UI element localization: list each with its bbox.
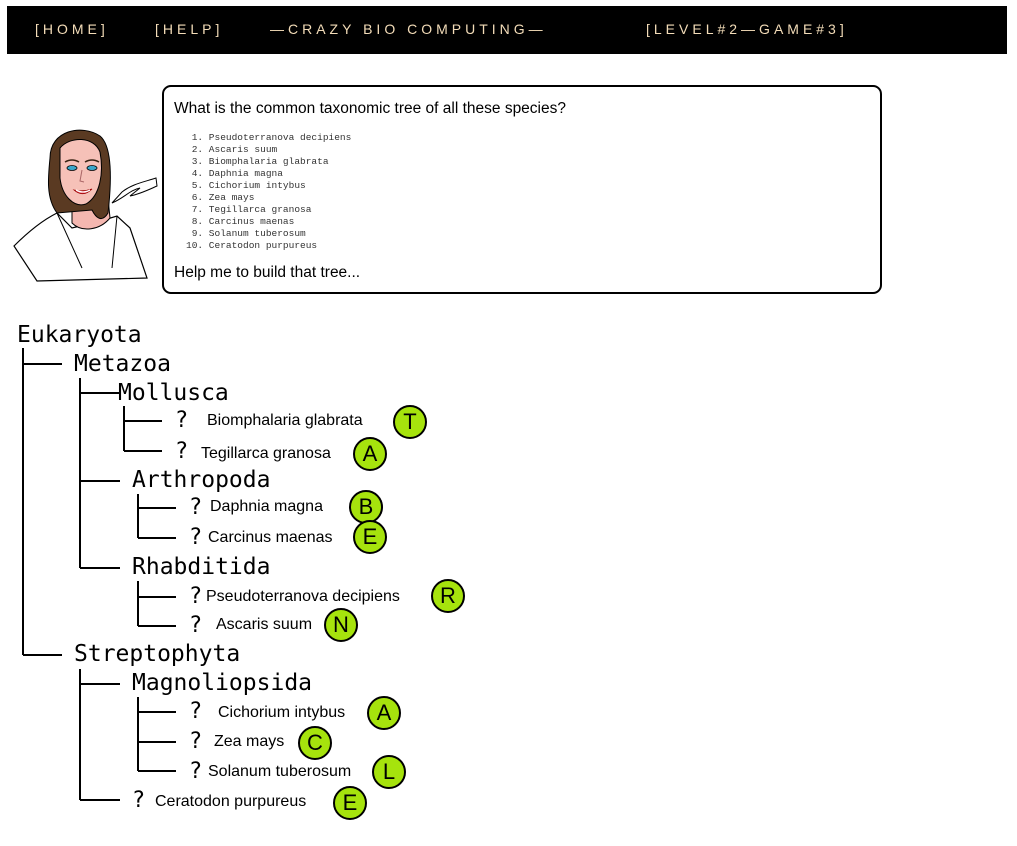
taxon-metazoa: Metazoa [74,351,171,377]
unknown-taxon-slot[interactable]: ? [190,730,202,754]
letter-circle: C [298,726,332,760]
species-label: Daphnia magna [210,498,323,515]
unknown-taxon-slot[interactable]: ? [190,526,202,550]
species-label: Pseudoterranova decipiens [206,588,400,605]
species-label: Tegillarca granosa [201,445,331,462]
letter-circle: L [372,755,406,789]
species-label: Ceratodon purpureus [155,793,307,810]
taxon-arthropoda: Arthropoda [132,467,271,493]
unknown-taxon-slot[interactable]: ? [190,614,202,638]
letter-circle: A [353,437,387,471]
species-label: Cichorium intybus [218,704,346,721]
species-label: Biomphalaria glabrata [207,412,363,429]
unknown-taxon-slot[interactable]: ? [176,409,188,433]
unknown-taxon-slot[interactable]: ? [190,585,202,609]
letter-circle: R [431,579,465,613]
taxon-eukaryota: Eukaryota [17,322,142,348]
letter-circle: A [367,696,401,730]
unknown-taxon-slot[interactable]: ? [190,496,202,520]
letter-circle: E [353,520,387,554]
species-label: Carcinus maenas [208,529,333,546]
species-label: Ascaris suum [216,616,313,633]
unknown-taxon-slot[interactable]: ? [133,789,145,813]
unknown-taxon-slot[interactable]: ? [190,760,202,784]
tree-connectors [22,348,176,801]
letter-circle: E [333,786,367,820]
taxon-magnoliopsida: Magnoliopsida [132,670,313,696]
species-label: Zea mays [214,733,285,750]
taxon-streptophyta: Streptophyta [74,641,241,667]
taxon-rhabditida: Rhabditida [132,554,271,580]
unknown-taxon-slot[interactable]: ? [190,700,202,724]
species-label: Solanum tuberosum [208,763,352,780]
taxon-mollusca: Mollusca [118,380,229,406]
letter-circle: B [349,490,383,524]
unknown-taxon-slot[interactable]: ? [176,440,188,464]
letter-circle: N [324,608,358,642]
letter-circle: T [393,405,427,439]
